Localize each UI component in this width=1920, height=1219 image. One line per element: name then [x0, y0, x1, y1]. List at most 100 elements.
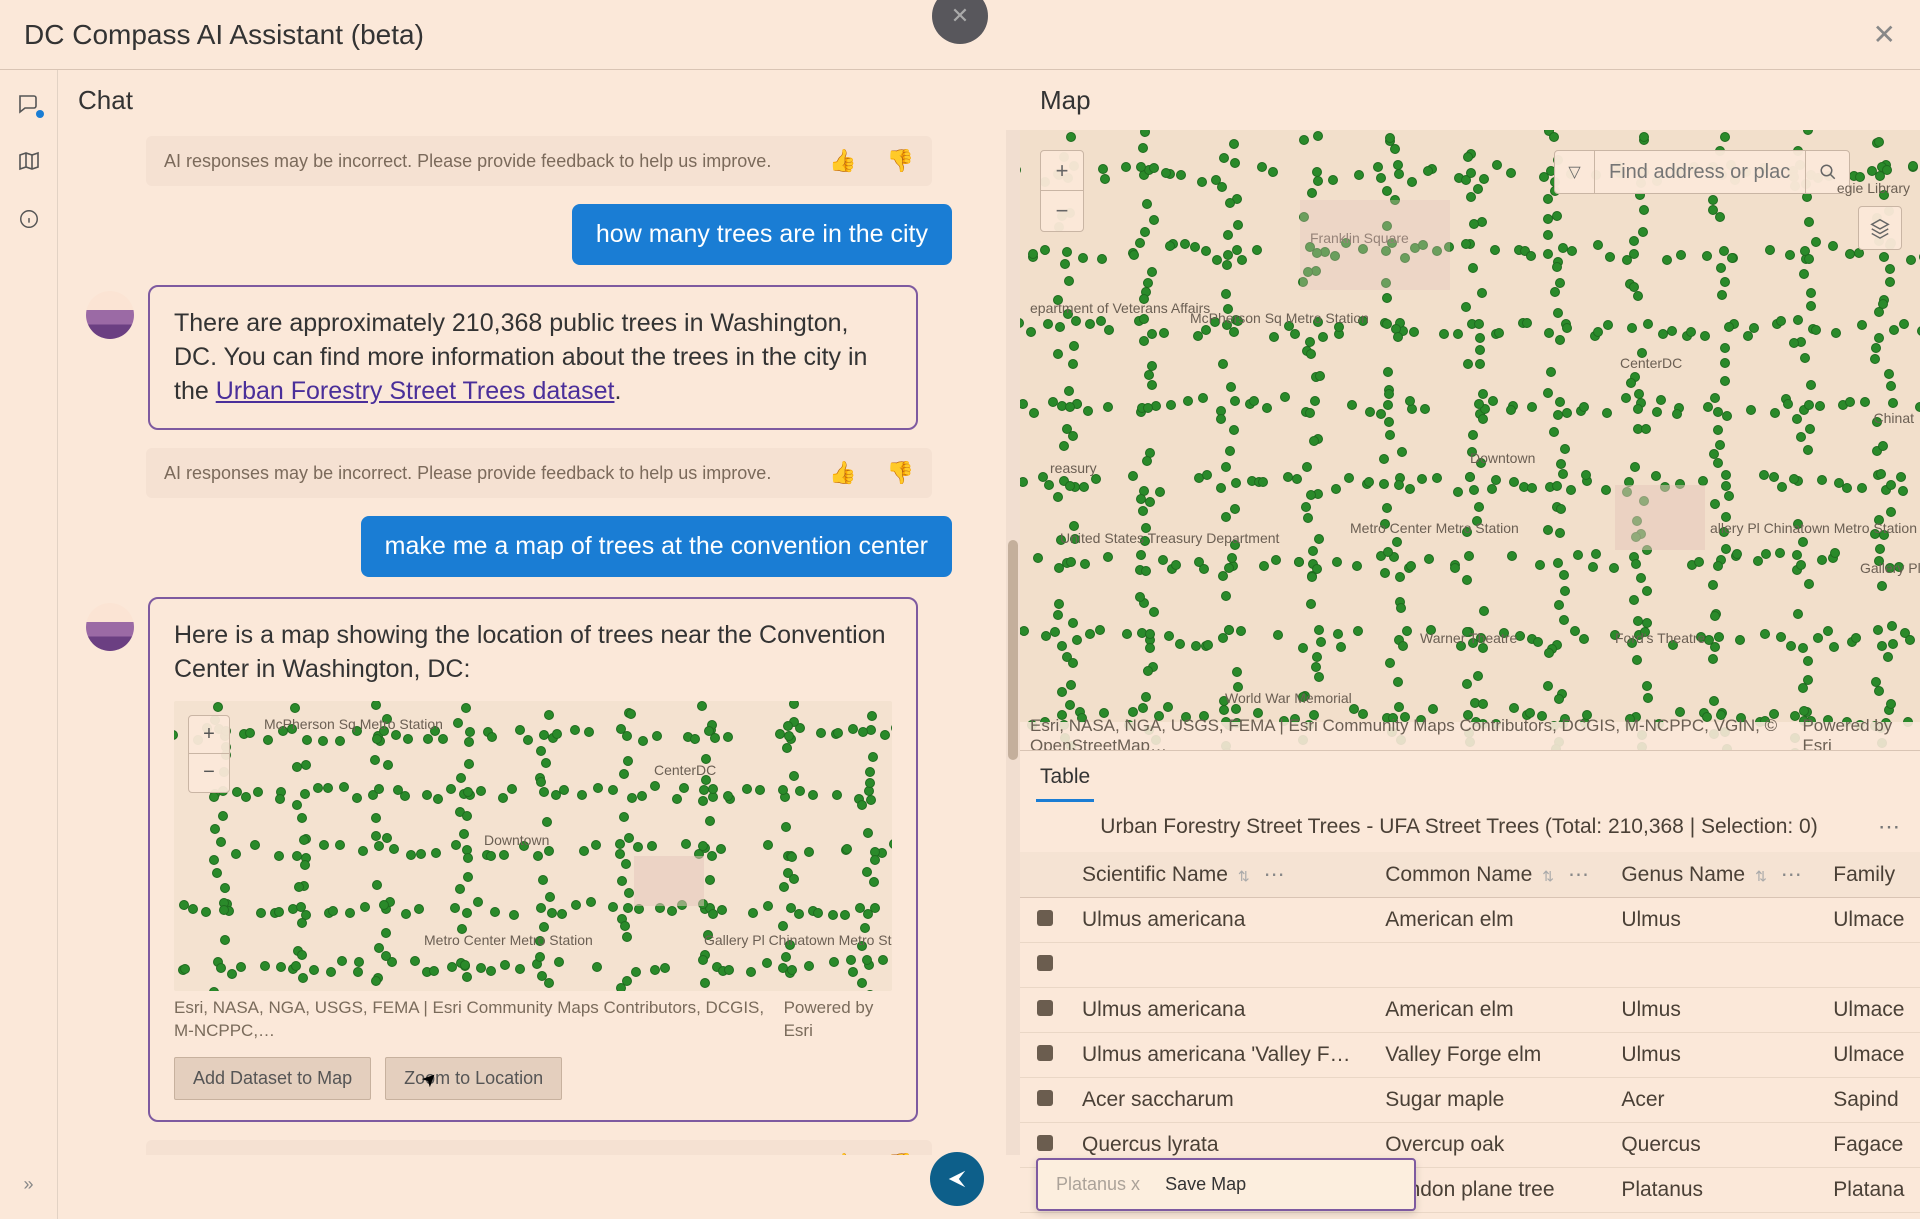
cell-scientific-name: [1070, 943, 1373, 988]
row-select-checkbox[interactable]: [1037, 1090, 1053, 1106]
cell-scientific-name: Ulmus americana 'Valley F…: [1070, 1033, 1373, 1078]
thumbs-down-icon[interactable]: 👎: [887, 148, 914, 174]
map-label: Chinat: [1874, 410, 1914, 426]
column-header[interactable]: Common Name: [1385, 863, 1532, 886]
map-header: Map: [1020, 70, 1920, 130]
sidebar-map-icon[interactable]: [16, 148, 42, 174]
thumbs-down-icon[interactable]: 👎: [887, 460, 914, 486]
cell-common-name: American elm: [1373, 898, 1609, 943]
thumbs-up-icon[interactable]: 👍: [829, 148, 856, 174]
disclaimer-text: AI responses may be incorrect. Please pr…: [164, 1154, 771, 1155]
ai-text-post: .: [614, 377, 621, 405]
dataset-link[interactable]: Urban Forestry Street Trees dataset: [216, 377, 615, 405]
close-icon[interactable]: ✕: [1873, 18, 1896, 51]
cell-family: Platana: [1821, 1168, 1920, 1213]
map-label: egie Library: [1837, 180, 1910, 196]
sort-icon[interactable]: ⇅: [1238, 868, 1250, 884]
add-dataset-button[interactable]: Add Dataset to Map: [174, 1057, 371, 1100]
user-message: make me a map of trees at the convention…: [361, 516, 952, 577]
row-select-checkbox[interactable]: [1037, 955, 1053, 971]
table-row[interactable]: Ulmus americana American elm Ulmus Ulmac…: [1020, 988, 1920, 1033]
ai-message: There are approximately 210,368 public t…: [148, 285, 918, 430]
table-row[interactable]: Ulmus americana American elm Ulmus Ulmac…: [1020, 898, 1920, 943]
map-label: Warner Theatre: [1420, 630, 1517, 646]
cell-family: Ulmace: [1821, 1033, 1920, 1078]
table-row[interactable]: [1020, 943, 1920, 988]
sort-icon[interactable]: ⇅: [1755, 868, 1767, 884]
sidebar-chat-icon[interactable]: [16, 90, 42, 116]
row-select-checkbox[interactable]: [1037, 1000, 1053, 1016]
table-row[interactable]: Acer saccharum Sugar maple Acer Sapind: [1020, 1078, 1920, 1123]
map-label: CenterDC: [654, 761, 716, 780]
map-label: Gallery Pl | Chinatown Metro Station: [1860, 560, 1920, 576]
thumbs-up-icon[interactable]: 👍: [829, 460, 856, 486]
sidebar-info-icon[interactable]: [16, 206, 42, 232]
embedded-map[interactable]: + − McPherson Sq Metro Station CenterDC …: [174, 701, 892, 991]
cell-genus-name: [1609, 943, 1821, 988]
map-label: Metro Center Metro Station: [424, 931, 593, 950]
thumbs-up-icon[interactable]: 👍: [829, 1152, 856, 1155]
search-filter-icon[interactable]: ▽: [1555, 151, 1595, 193]
zoom-to-location-button[interactable]: Zoom to Location: [385, 1057, 562, 1100]
row-select-checkbox[interactable]: [1037, 1135, 1053, 1151]
mini-map-powered: Powered by Esri: [784, 997, 892, 1043]
zoom-in-icon[interactable]: +: [1041, 151, 1083, 191]
map-label: McPherson Sq Metro Station: [264, 715, 443, 734]
map-label: Downtown: [1470, 450, 1535, 466]
column-header[interactable]: Scientific Name: [1082, 863, 1228, 886]
map-label: United States Treasury Department: [1060, 530, 1279, 546]
table-options-icon[interactable]: ⋯: [1878, 814, 1900, 840]
ai-avatar: [86, 291, 134, 339]
main-map[interactable]: + − ▽: [1020, 130, 1920, 750]
column-options-icon[interactable]: ⋯: [1568, 863, 1589, 886]
table-row[interactable]: Ulmus americana 'Valley F… Valley Forge …: [1020, 1033, 1920, 1078]
save-map-popup[interactable]: Platanus x Save Map: [1036, 1158, 1416, 1211]
map-label: McPherson Sq Metro Station: [1190, 310, 1369, 326]
row-select-checkbox[interactable]: [1037, 1045, 1053, 1061]
map-label: epartment of Veterans Affairs: [1030, 300, 1210, 316]
mini-map-attribution: Esri, NASA, NGA, USGS, FEMA | Esri Commu…: [174, 997, 784, 1043]
row-select-checkbox[interactable]: [1037, 910, 1053, 926]
ai-message-with-map: Here is a map showing the location of tr…: [148, 597, 918, 1121]
cell-genus-name: Ulmus: [1609, 988, 1821, 1033]
cell-family: [1821, 943, 1920, 988]
map-label: Downtown: [484, 831, 549, 850]
cell-genus-name: Ulmus: [1609, 1033, 1821, 1078]
column-header[interactable]: Family: [1833, 863, 1895, 886]
sidebar-expand-icon[interactable]: »: [23, 1174, 33, 1195]
chat-scrollbar[interactable]: [1006, 130, 1020, 1155]
column-options-icon[interactable]: ⋯: [1781, 863, 1802, 886]
send-button[interactable]: [930, 1152, 984, 1206]
sort-icon[interactable]: ⇅: [1542, 868, 1554, 884]
cell-family: Fagace: [1821, 1123, 1920, 1168]
layers-icon[interactable]: [1858, 206, 1902, 250]
cell-genus-name: Platanus: [1609, 1168, 1821, 1213]
cell-family: Sapind: [1821, 1078, 1920, 1123]
column-options-icon[interactable]: ⋯: [1264, 863, 1285, 886]
cell-common-name: [1373, 943, 1609, 988]
map-label: allery Pl Chinatown Metro Station: [1710, 520, 1917, 536]
map-label: CenterDC: [1620, 355, 1682, 371]
thumbs-down-icon[interactable]: 👎: [887, 1152, 914, 1155]
cell-common-name: Sugar maple: [1373, 1078, 1609, 1123]
map-powered: Powered by Esri: [1802, 716, 1910, 750]
cell-scientific-name: Acer saccharum: [1070, 1078, 1373, 1123]
cell-genus-name: Acer: [1609, 1078, 1821, 1123]
top-pill-close[interactable]: ✕: [932, 0, 988, 44]
ai-avatar: [86, 603, 134, 651]
cell-scientific-name: Ulmus americana: [1070, 988, 1373, 1033]
map-label: Gallery Pl Chinatown Metro Station: [704, 931, 892, 950]
map-attribution: Esri, NASA, NGA, USGS, FEMA | Esri Commu…: [1030, 716, 1802, 750]
app-title: DC Compass AI Assistant (beta): [24, 19, 424, 51]
column-header[interactable]: Genus Name: [1621, 863, 1745, 886]
mini-zoom-in-icon[interactable]: +: [189, 716, 229, 754]
save-map-label: Save Map: [1165, 1174, 1246, 1194]
map-search-input[interactable]: [1595, 161, 1805, 184]
mini-zoom-out-icon[interactable]: −: [189, 754, 229, 792]
popup-row-sci: Platanus x: [1056, 1174, 1140, 1194]
cell-common-name: American elm: [1373, 988, 1609, 1033]
zoom-out-icon[interactable]: −: [1041, 191, 1083, 231]
table-tab[interactable]: Table: [1036, 761, 1094, 802]
disclaimer-text: AI responses may be incorrect. Please pr…: [164, 463, 771, 484]
cell-family: Ulmace: [1821, 988, 1920, 1033]
